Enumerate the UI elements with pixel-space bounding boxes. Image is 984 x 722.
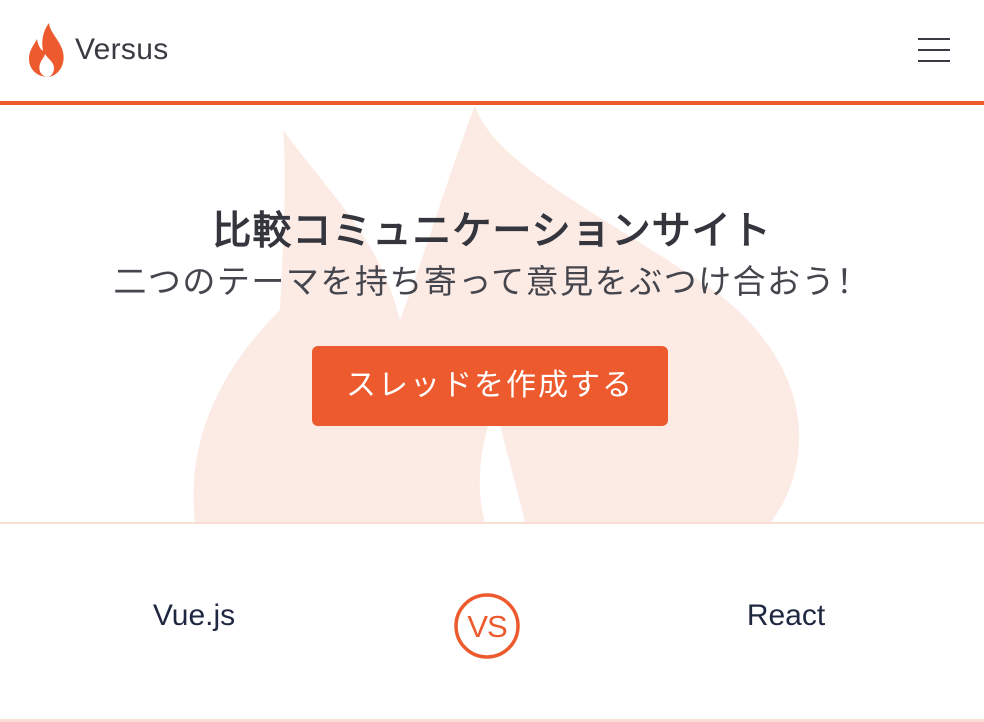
site-header: Versus xyxy=(0,0,984,105)
brand-name: Versus xyxy=(75,33,169,66)
flame-watermark-icon xyxy=(193,105,800,523)
topic-left[interactable]: Vue.js xyxy=(44,599,344,633)
create-thread-button[interactable]: スレッドを作成する xyxy=(312,346,668,426)
flame-icon xyxy=(29,23,64,77)
hero-title: 比較コミュニケーションサイト xyxy=(212,209,772,254)
brand-logo[interactable]: Versus xyxy=(27,23,169,77)
vs-badge-text: VS xyxy=(467,609,507,644)
hero-subtitle: 二つのテーマを持ち寄って意見をぶつけ合おう！ xyxy=(113,262,871,301)
hamburger-menu-button[interactable] xyxy=(914,36,954,64)
topic-right[interactable]: React xyxy=(636,599,936,633)
hero-section: 比較コミュニケーションサイト 二つのテーマを持ち寄って意見をぶつけ合おう！ スレ… xyxy=(0,105,984,523)
vs-icon: VS xyxy=(454,593,520,659)
versus-matchup[interactable]: Vue.js VS React xyxy=(0,524,984,719)
